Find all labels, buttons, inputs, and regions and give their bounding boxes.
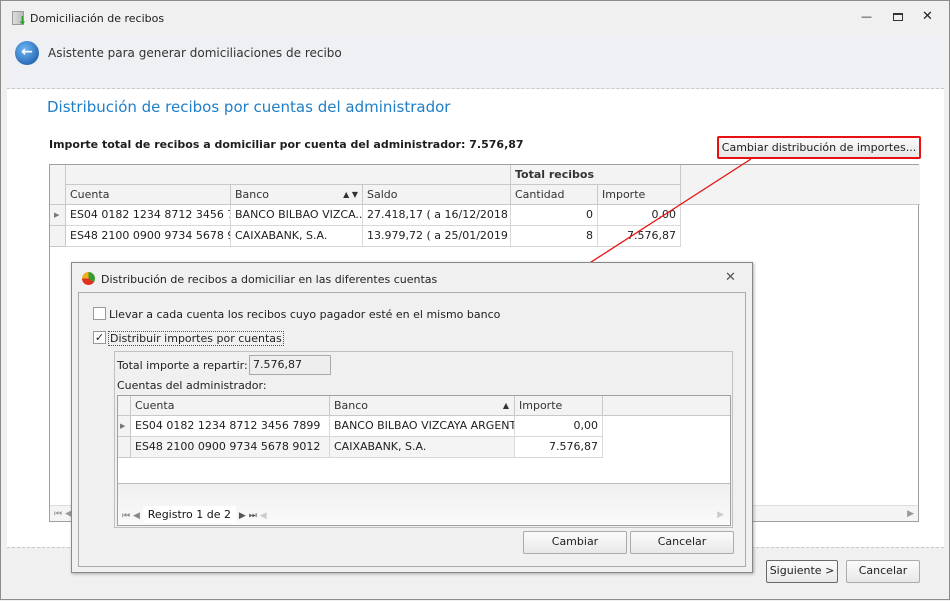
same-bank-checkbox[interactable] xyxy=(93,307,106,320)
cell-cuenta[interactable]: ES48 2100 0900 9734 5678 9012 xyxy=(131,437,330,458)
cell-cuenta[interactable]: ES48 2100 0900 9734 5678 9... xyxy=(66,226,231,247)
cell-importe[interactable]: 7.576,87 xyxy=(598,226,681,247)
same-bank-label[interactable]: Llevar a cada cuenta los recibos cuyo pa… xyxy=(109,308,500,321)
wizard-title: Asistente para generar domiciliaciones d… xyxy=(48,46,342,60)
section-title: Distribución de recibos por cuentas del … xyxy=(47,98,451,116)
dialog-close-icon[interactable]: ✕ xyxy=(725,270,736,285)
column-label: Banco xyxy=(235,188,270,201)
distribution-dialog: Distribución de recibos a domiciliar en … xyxy=(71,262,753,573)
grid-corner xyxy=(50,165,66,205)
back-icon[interactable]: ← xyxy=(15,41,39,65)
scroll-left-icon[interactable]: ◀ xyxy=(260,511,267,521)
next-button[interactable]: Siguiente > xyxy=(766,560,838,583)
sort-ascending-icon: ▲ xyxy=(502,401,509,410)
record-counter: Registro 1 de 2 xyxy=(142,506,237,523)
cell-importe[interactable]: 7.576,87 xyxy=(515,437,603,458)
row-indicator xyxy=(118,437,131,458)
distribute-label[interactable]: Distribuir importes por cuentas xyxy=(108,331,284,346)
cell-saldo[interactable]: 13.979,72 ( a 25/01/2019 ) xyxy=(363,226,511,247)
admin-accounts-grid: Cuenta Banco ▲ Importe ▶ ES04 0182 1234 8… xyxy=(117,395,731,526)
cell-importe[interactable]: 0,00 xyxy=(515,416,603,437)
total-amount-label: Total importe a repartir: xyxy=(117,359,248,372)
prev-record-icon[interactable]: ◀ xyxy=(133,511,140,521)
change-distribution-button[interactable]: Cambiar distribución de importes... xyxy=(717,136,921,159)
cancel-button[interactable]: Cancelar xyxy=(846,560,920,583)
total-amount-field: 7.576,87 xyxy=(249,355,331,375)
minimize-icon[interactable]: — xyxy=(861,10,872,23)
cell-banco[interactable]: BANCO BILBAO VIZCA... xyxy=(231,205,363,226)
distribute-checkbox[interactable]: ✓ xyxy=(93,331,106,344)
cell-banco[interactable]: CAIXABANK, S.A. xyxy=(330,437,515,458)
band-total-recibos: Total recibos xyxy=(511,165,681,185)
record-navigator[interactable]: ⏮ ◀ Registro 1 de 2 ▶ ⏭ ◀ ▶ xyxy=(118,505,730,525)
header-filler xyxy=(681,165,920,205)
cell-cuenta[interactable]: ES04 0182 1234 8712 3456 7... xyxy=(66,205,231,226)
column-header-cuenta[interactable]: Cuenta xyxy=(131,396,330,416)
last-record-icon[interactable]: ⏭ xyxy=(249,511,257,521)
row-indicator xyxy=(50,226,66,247)
accounts-label: Cuentas del administrador: xyxy=(117,379,267,392)
distribution-group: Total importe a repartir: 7.576,87 Cuent… xyxy=(114,351,733,528)
cell-cantidad[interactable]: 0 xyxy=(511,205,598,226)
dialog-cancel-button[interactable]: Cancelar xyxy=(630,531,734,554)
column-header-banco[interactable]: Banco ▲ ▼ xyxy=(231,185,363,205)
next-record-icon[interactable]: ▶ xyxy=(239,511,246,521)
wizard-header: ← Asistente para generar domiciliaciones… xyxy=(7,37,944,89)
cell-cantidad[interactable]: 8 xyxy=(511,226,598,247)
close-icon[interactable]: ✕ xyxy=(922,9,933,24)
grid-corner xyxy=(118,396,131,416)
band-empty xyxy=(66,165,511,185)
column-header-importe[interactable]: Importe xyxy=(598,185,681,205)
first-record-icon[interactable]: ⏮ xyxy=(122,511,130,521)
row-indicator-icon: ▶ xyxy=(50,205,66,226)
grid-footer: ⏮ ◀ Registro 1 de 2 ▶ ⏭ ◀ ▶ xyxy=(118,483,730,525)
column-header-importe[interactable]: Importe xyxy=(515,396,603,416)
sort-filter-icon[interactable]: ▲ ▼ xyxy=(343,185,358,204)
column-header-banco[interactable]: Banco ▲ xyxy=(330,396,515,416)
header-filler xyxy=(603,396,730,416)
cell-banco[interactable]: BANCO BILBAO VIZCAYA ARGENT... xyxy=(330,416,515,437)
maximize-icon[interactable] xyxy=(893,13,903,21)
window-title: Domiciliación de recibos xyxy=(30,12,165,25)
column-header-cuenta[interactable]: Cuenta xyxy=(66,185,231,205)
cell-saldo[interactable]: 27.418,17 ( a 16/12/2018 ) xyxy=(363,205,511,226)
cell-cuenta[interactable]: ES04 0182 1234 8712 3456 7899 xyxy=(131,416,330,437)
app-icon: ↓ xyxy=(12,11,27,27)
column-header-saldo[interactable]: Saldo xyxy=(363,185,511,205)
pie-chart-icon xyxy=(82,272,95,285)
dialog-body: Llevar a cada cuenta los recibos cuyo pa… xyxy=(78,292,746,567)
total-label: Importe total de recibos a domiciliar po… xyxy=(49,138,524,151)
dialog-change-button[interactable]: Cambiar xyxy=(523,531,627,554)
scroll-right-icon[interactable]: ▶ xyxy=(717,505,724,525)
column-label: Banco xyxy=(334,399,369,412)
cell-importe[interactable]: 0,00 xyxy=(598,205,681,226)
dialog-title: Distribución de recibos a domiciliar en … xyxy=(101,273,438,286)
column-header-cantidad[interactable]: Cantidad xyxy=(511,185,598,205)
title-bar: ↓ Domiciliación de recibos — ✕ xyxy=(1,1,949,37)
cell-banco[interactable]: CAIXABANK, S.A. xyxy=(231,226,363,247)
row-indicator-icon: ▶ xyxy=(118,416,131,437)
